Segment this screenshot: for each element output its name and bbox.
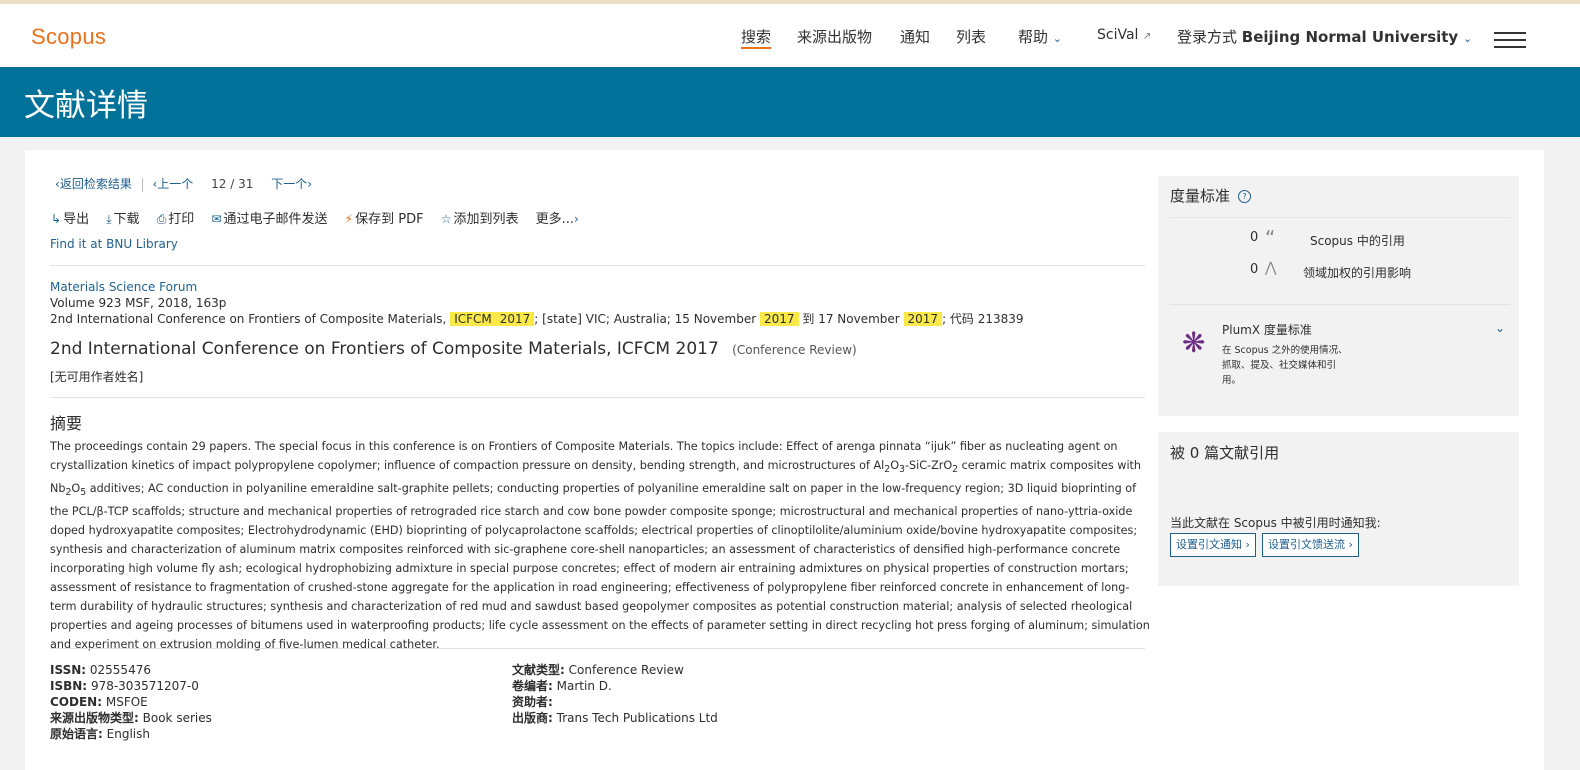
set-citation-feed-button[interactable]: 设置引文馈送流 › — [1262, 533, 1359, 557]
fwci-count: 0 — [1250, 262, 1259, 277]
plumx-description: 在 Scopus 之外的使用情况、抓取、提及、社交媒体和引用。 — [1222, 345, 1348, 386]
add-to-list-button[interactable]: ☆ 添加到列表 — [441, 212, 519, 227]
help-icon[interactable]: ? — [1238, 190, 1252, 203]
nav-login-institution[interactable]: 登录方式 Beijing Normal University ⌄ — [1177, 26, 1472, 47]
page-banner: 文献详情 — [0, 67, 1580, 137]
nav-help-label: 帮助 — [1018, 28, 1049, 46]
institution-name: Beijing Normal University — [1241, 28, 1459, 46]
pdf-icon: ⚡ — [344, 212, 354, 226]
authors: [无可用作者姓名] — [50, 370, 144, 384]
volume-line: Volume 923 MSF, 2018, 163p — [50, 296, 227, 310]
page-title: 文献详情 — [24, 88, 148, 124]
external-link-icon: ↗ — [1142, 31, 1152, 42]
journal-link[interactable]: Materials Science Forum — [50, 279, 1024, 295]
metrics-heading: 度量标准? — [1170, 185, 1252, 206]
hamburger-menu-icon[interactable] — [1494, 32, 1526, 53]
abstract-text: The proceedings contain 29 papers. The s… — [50, 440, 1150, 652]
print-button[interactable]: ⎙ 打印 — [157, 212, 195, 227]
back-to-results-link[interactable]: ‹返回检索结果 — [55, 177, 132, 191]
document-type-label: (Conference Review) — [732, 343, 857, 357]
prev-link[interactable]: ‹上一个 — [152, 177, 193, 191]
document-title-text: 2nd International Conference on Frontier… — [50, 339, 719, 359]
cited-by-heading: 被 0 篇文献引用 — [1170, 444, 1280, 462]
export-icon: ↳ — [51, 212, 62, 226]
nav-sources[interactable]: 来源出版物 — [797, 26, 872, 47]
source-info: Materials Science Forum Volume 923 MSF, … — [50, 279, 1024, 327]
chevron-right-icon: › — [574, 212, 579, 226]
document-title: 2nd International Conference on Frontier… — [50, 339, 857, 359]
metrics-panel: 度量标准? 0 “ Scopus 中的引用 0 ⋀ 领域加权的引用影响 ❋ Pl… — [1158, 176, 1519, 416]
email-button[interactable]: ✉ 通过电子邮件发送 — [211, 212, 327, 227]
email-icon: ✉ — [211, 212, 222, 226]
fwci-label[interactable]: 领域加权的引用影响 — [1303, 264, 1411, 281]
scopus-logo[interactable]: Scopus — [31, 24, 106, 50]
chevron-down-icon: ⌄ — [1463, 32, 1473, 45]
citation-count: 0 — [1250, 230, 1259, 245]
nav-help[interactable]: 帮助 ⌄ — [1018, 26, 1062, 47]
metadata-right: 文献类型: Conference Review 卷编者: Martin D. 资… — [512, 663, 718, 725]
top-header: Scopus 搜索 来源出版物 通知 列表 帮助 ⌄ SciVal ↗ 登录方式… — [0, 4, 1580, 67]
metadata-left: ISSN: 02555476 ISBN: 978-303571207-0 COD… — [50, 663, 212, 741]
plumx-icon: ❋ — [1182, 326, 1206, 359]
more-button[interactable]: 更多...› — [536, 212, 581, 227]
divider — [50, 648, 1145, 649]
highlight-term: 2017 — [760, 312, 799, 326]
action-toolbar: ↳ 导出 ⤓ 下载 ⎙ 打印 ✉ 通过电子邮件发送 ⚡ 保存到 PDF ☆ 添加到列表 更多… — [51, 208, 594, 227]
divider — [1170, 304, 1510, 305]
next-link[interactable]: 下一个› — [271, 177, 312, 191]
download-button[interactable]: ⤓ 下载 — [106, 212, 139, 227]
download-icon: ⤓ — [106, 212, 112, 226]
nav-search[interactable]: 搜索 — [741, 26, 771, 47]
nav-lists[interactable]: 列表 — [956, 26, 986, 47]
find-it-link[interactable]: Find it at BNU Library — [50, 237, 178, 251]
chevron-down-icon: ⌄ — [1052, 32, 1063, 45]
conference-line: 2nd International Conference on Frontier… — [50, 312, 1024, 326]
nav-scival-label: SciVal — [1097, 27, 1139, 43]
nav-divider — [141, 177, 143, 192]
quote-icon: “ — [1265, 226, 1276, 250]
login-prefix: 登录方式 — [1177, 28, 1238, 46]
notify-text: 当此文献在 Scopus 中被引用时通知我: — [1170, 516, 1381, 530]
divider — [1170, 217, 1510, 218]
abstract-heading: 摘要 — [50, 414, 83, 433]
page-counter: 12 / 31 — [211, 177, 254, 191]
cited-by-panel: 被 0 篇文献引用 当此文献在 Scopus 中被引用时通知我: 设置引文通知 … — [1158, 432, 1519, 586]
print-icon: ⎙ — [156, 212, 167, 226]
plumx-title[interactable]: PlumX 度量标准 — [1222, 321, 1312, 338]
divider — [50, 265, 1145, 266]
set-citation-alert-button[interactable]: 设置引文通知 › — [1170, 533, 1256, 557]
divider — [50, 397, 1145, 398]
highlight-term: ICFCM — [450, 312, 496, 326]
highlight-term: 2017 — [495, 312, 535, 326]
highlight-term: 2017 — [903, 312, 943, 326]
save-pdf-button[interactable]: ⚡ 保存到 PDF — [345, 212, 424, 227]
citations-label[interactable]: Scopus 中的引用 — [1310, 232, 1405, 249]
export-button[interactable]: ↳ 导出 — [51, 212, 89, 227]
result-navigation: ‹返回检索结果 ‹上一个 12 / 31 下一个› — [55, 175, 312, 192]
nav-scival[interactable]: SciVal ↗ — [1097, 27, 1151, 43]
star-icon: ☆ — [440, 212, 452, 226]
scale-icon: ⋀ — [1265, 260, 1277, 276]
nav-alerts[interactable]: 通知 — [900, 26, 930, 47]
chevron-down-icon[interactable]: ⌄ — [1495, 321, 1505, 335]
